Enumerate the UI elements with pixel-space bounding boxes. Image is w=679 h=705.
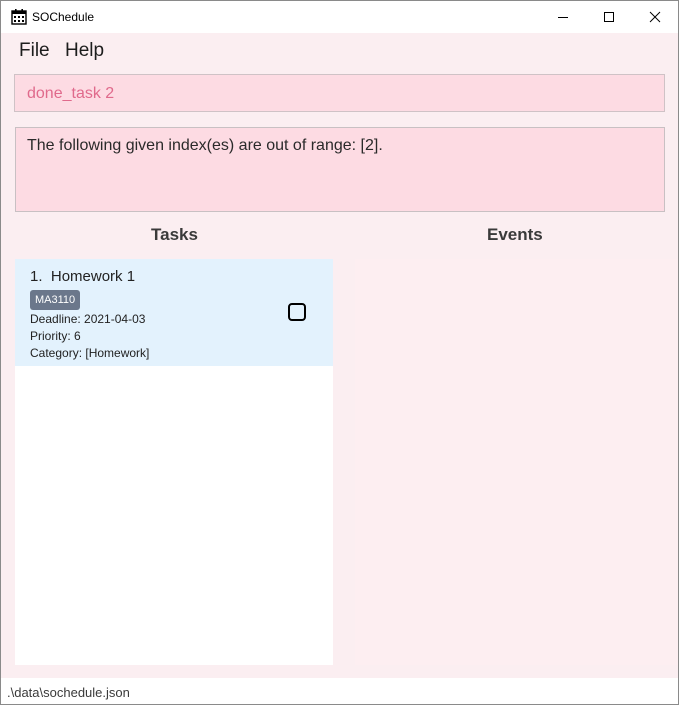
task-deadline: Deadline: 2021-04-03 [30, 312, 146, 326]
minimize-icon [558, 17, 568, 18]
event-list [355, 259, 678, 665]
task-category: Category: [Homework] [30, 346, 150, 360]
close-icon [649, 11, 661, 23]
command-input[interactable]: done_task 2 [14, 74, 665, 112]
menu-help[interactable]: Help [65, 40, 104, 62]
task-list: 1. Homework 1 MA3110 Deadline: 2021-04-0… [15, 259, 333, 665]
task-heading: 1. Homework 1 [30, 268, 135, 285]
save-file-path: .\data\sochedule.json [7, 685, 130, 700]
result-display: The following given index(es) are out of… [15, 127, 665, 212]
menu-bar: File Help [1, 33, 678, 67]
calendar-icon [11, 9, 27, 25]
close-button[interactable] [632, 1, 678, 33]
task-name: Homework 1 [50, 268, 136, 285]
maximize-icon [604, 12, 614, 22]
minimize-button[interactable] [540, 1, 586, 33]
task-card[interactable]: 1. Homework 1 MA3110 Deadline: 2021-04-0… [15, 259, 333, 366]
status-bar: .\data\sochedule.json [1, 678, 678, 704]
menu-file[interactable]: File [19, 40, 50, 62]
command-input-text: done_task 2 [27, 85, 115, 102]
task-done-checkbox[interactable] [288, 303, 306, 321]
app-window: SOChedule File Help done_task 2 The foll… [0, 0, 679, 705]
title-bar: SOChedule [1, 1, 678, 33]
maximize-button[interactable] [586, 1, 632, 33]
events-panel-title: Events [487, 225, 543, 244]
tasks-panel-title: Tasks [151, 225, 198, 244]
window-title: SOChedule [32, 10, 95, 24]
task-priority: Priority: 6 [30, 329, 81, 343]
result-message: The following given index(es) are out of… [27, 137, 383, 154]
task-tag: MA3110 [30, 290, 81, 310]
task-index: 1. [30, 268, 43, 285]
